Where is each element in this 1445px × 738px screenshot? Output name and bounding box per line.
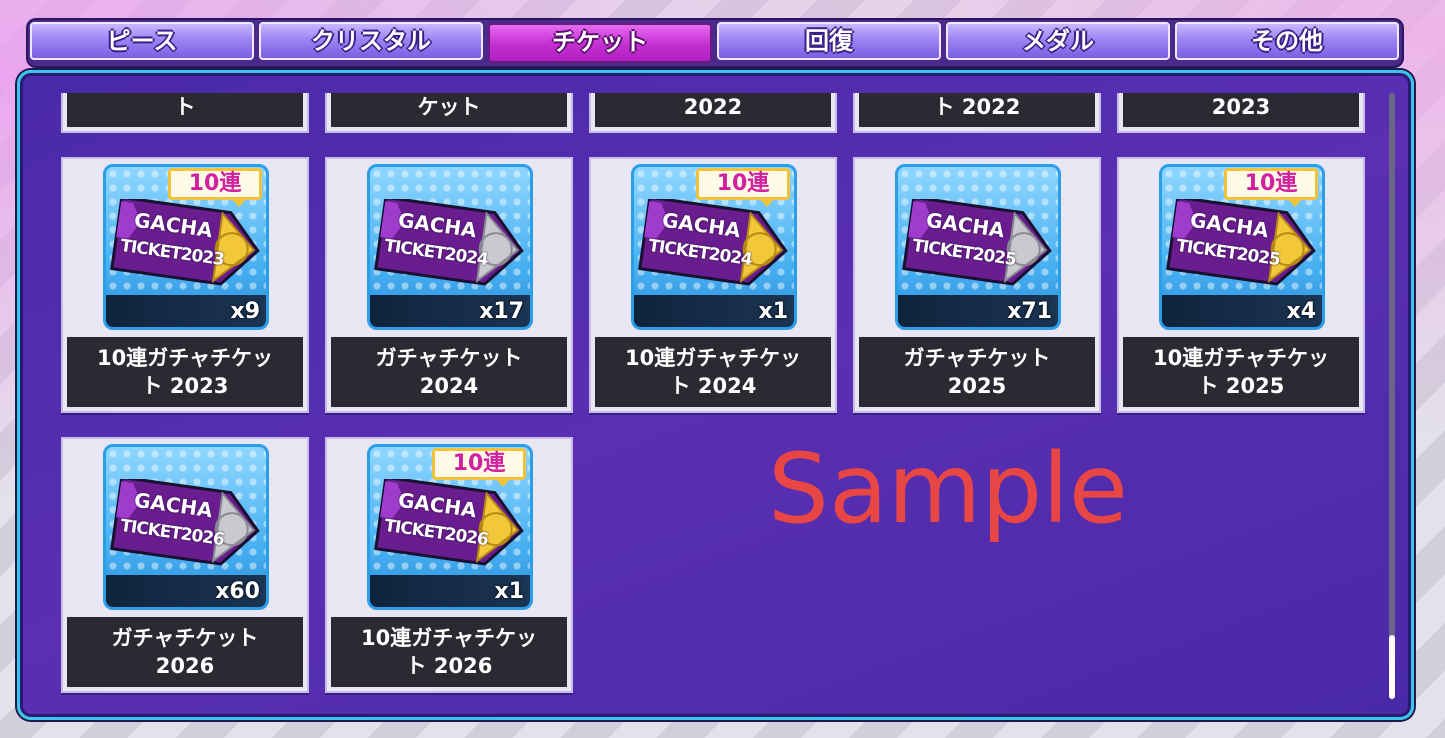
item-name: 10連ガチャチケット 2023: [67, 337, 303, 407]
ten-pull-badge: 10連: [168, 168, 262, 207]
item-name-line2: 2026: [155, 654, 215, 678]
category-tabs: ピース クリスタル チケット 回復 メダル その他: [28, 20, 1402, 66]
gacha-ticket-icon: GACHA TICKET2024 x17: [367, 164, 533, 330]
item-card-partial[interactable]: ト 2022: [853, 93, 1101, 133]
item-name-line2: 2025: [947, 374, 1007, 398]
item-count: x1: [758, 299, 789, 324]
tab-medal[interactable]: メダル: [946, 22, 1170, 60]
item-name: ト: [67, 93, 303, 127]
item-name: ト 2022: [859, 93, 1095, 127]
item-name-line2: ト 2024: [669, 374, 757, 398]
item-name: 10連ガチャチケット 2025: [1123, 337, 1359, 407]
item-card-partial[interactable]: ト: [61, 93, 309, 133]
item-panel: ト ケット 2022 ト 2022 2023 GACHA TICKET2023 x9…: [17, 70, 1414, 720]
ten-pull-badge: 10連: [696, 168, 790, 207]
tab-piece[interactable]: ピース: [30, 22, 254, 60]
item-name-line1: ガチャチケット: [111, 626, 259, 650]
item-count: x71: [1007, 299, 1052, 324]
item-count: x1: [494, 579, 525, 604]
item-card[interactable]: GACHA TICKET2024 x17 ガチャチケット 2024: [325, 157, 573, 413]
gacha-ticket-icon: GACHA TICKET2024 x1 10連: [631, 164, 797, 330]
item-name-line1: 10連ガチャチケッ: [1152, 346, 1329, 370]
item-name-line1: 10連ガチャチケッ: [96, 346, 273, 370]
item-name: ケット: [331, 93, 567, 127]
item-name-line2: 2024: [419, 374, 479, 398]
ten-pull-badge: 10連: [432, 448, 526, 487]
item-name-line1: ガチャチケット: [375, 346, 523, 370]
gacha-ticket-icon: GACHA TICKET2025 x4 10連: [1159, 164, 1325, 330]
tab-crystal[interactable]: クリスタル: [259, 22, 483, 60]
item-name: 10連ガチャチケット 2024: [595, 337, 831, 407]
item-grid[interactable]: ト ケット 2022 ト 2022 2023 GACHA TICKET2023 x9…: [20, 93, 1380, 715]
item-card[interactable]: GACHA TICKET2025 x4 10連 10連ガチャチケット 2025: [1117, 157, 1365, 413]
item-name: ガチャチケット 2026: [67, 617, 303, 687]
item-card[interactable]: GACHA TICKET2026 x60 ガチャチケット 2026: [61, 437, 309, 693]
item-name-line1: 10連ガチャチケッ: [360, 626, 537, 650]
scrollbar-thumb[interactable]: [1389, 635, 1395, 699]
item-count: x4: [1286, 299, 1317, 324]
item-card[interactable]: GACHA TICKET2025 x71 ガチャチケット 2025: [853, 157, 1101, 413]
item-name-line2: ト 2023: [141, 374, 229, 398]
tab-ticket[interactable]: チケット: [488, 23, 712, 63]
tab-other[interactable]: その他: [1175, 22, 1399, 60]
item-count: x17: [479, 299, 524, 324]
gacha-ticket-icon: GACHA TICKET2025 x71: [895, 164, 1061, 330]
item-count: x60: [215, 579, 260, 604]
item-card[interactable]: GACHA TICKET2024 x1 10連 10連ガチャチケット 2024: [589, 157, 837, 413]
item-name-line2: ト 2026: [405, 654, 493, 678]
item-count: x9: [230, 299, 261, 324]
gacha-ticket-icon: GACHA TICKET2023 x9 10連: [103, 164, 269, 330]
item-name: 2023: [1123, 93, 1359, 127]
ten-pull-badge: 10連: [1224, 168, 1318, 207]
gacha-ticket-icon: GACHA TICKET2026 x60: [103, 444, 269, 610]
item-name-line2: ト 2025: [1197, 374, 1285, 398]
item-name: ガチャチケット 2024: [331, 337, 567, 407]
item-card-partial[interactable]: 2023: [1117, 93, 1365, 133]
item-name: 2022: [595, 93, 831, 127]
item-card-partial[interactable]: ケット: [325, 93, 573, 133]
item-card[interactable]: GACHA TICKET2023 x9 10連 10連ガチャチケット 2023: [61, 157, 309, 413]
item-name-line1: 10連ガチャチケッ: [624, 346, 801, 370]
item-card[interactable]: GACHA TICKET2026 x1 10連 10連ガチャチケット 2026: [325, 437, 573, 693]
tab-recovery[interactable]: 回復: [717, 22, 941, 60]
item-card-partial[interactable]: 2022: [589, 93, 837, 133]
item-name-line1: ガチャチケット: [903, 346, 1051, 370]
sample-watermark: Sample: [768, 433, 1128, 545]
scrollbar-track[interactable]: [1389, 93, 1395, 699]
item-name: 10連ガチャチケット 2026: [331, 617, 567, 687]
gacha-ticket-icon: GACHA TICKET2026 x1 10連: [367, 444, 533, 610]
item-name: ガチャチケット 2025: [859, 337, 1095, 407]
